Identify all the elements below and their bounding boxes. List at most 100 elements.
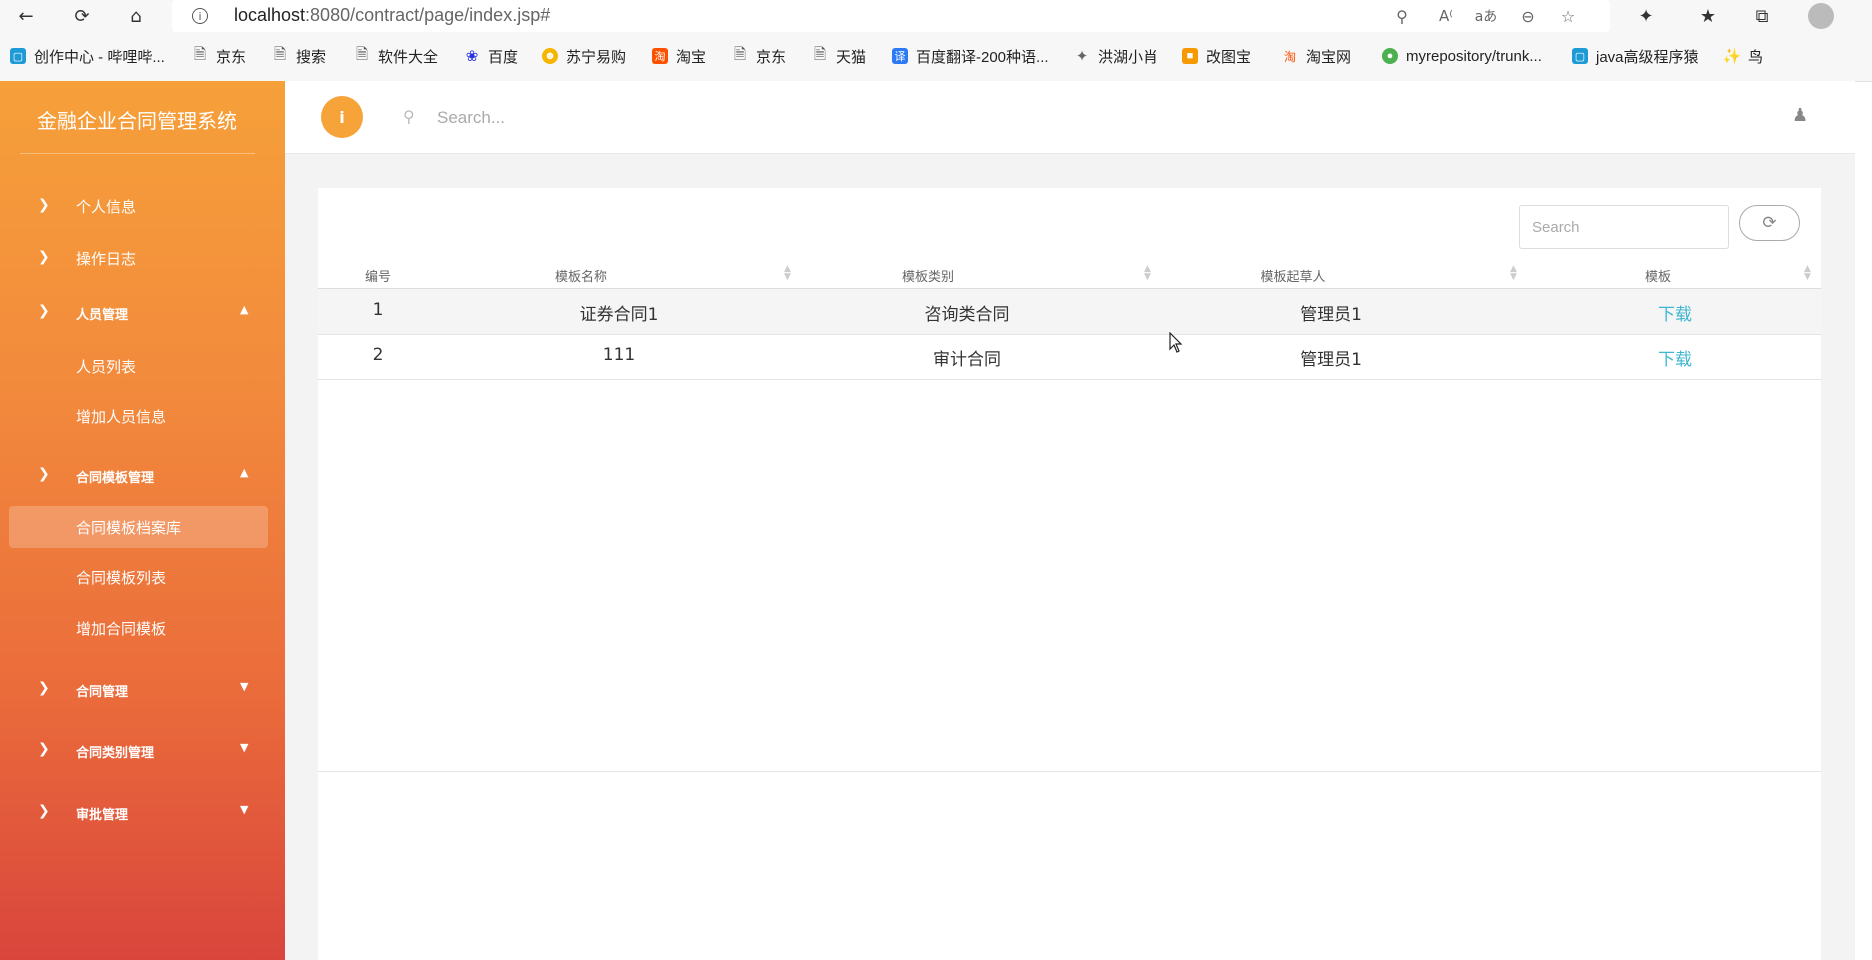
bookmark-item[interactable]: ▢ java高级程序猿 [1572, 45, 1699, 67]
bookmark-label: 京东 [216, 48, 247, 66]
top-bar: i ⚲ ♟ [285, 81, 1855, 154]
nav-operation-log[interactable]: ❯ 操作日志 [0, 239, 285, 279]
bookmark-label: 洪湖小肖 [1098, 48, 1159, 66]
bookmark-item[interactable]: 淘淘宝 [652, 45, 706, 67]
zoom-out-icon[interactable]: ⊖ [1516, 4, 1540, 28]
bookmark-item[interactable]: ■ 改图宝 [1182, 45, 1251, 67]
read-aloud-icon[interactable]: A⁽ [1434, 4, 1458, 28]
bookmark-item[interactable]: ❀ 百度 [464, 45, 518, 67]
bookmark-label: 创作中心 - 哔哩哔... [34, 48, 165, 66]
chevron-right-icon: ❯ [38, 803, 50, 819]
bookmark-item[interactable]: 🗎 京东 [732, 45, 786, 67]
profile-avatar-icon[interactable] [1808, 3, 1834, 29]
bookmark-label: 软件大全 [378, 48, 439, 66]
bookmark-item[interactable]: ✨ 鸟 [1722, 45, 1764, 67]
table-card: ⟳ 编号 模板名称 ▲▼ 模板类别 ▲▼ 模板起草人 ▲▼ 模板 ▲▼ 1 证券… [318, 188, 1821, 960]
nav-template-archive[interactable]: 合同模板档案库 [9, 506, 268, 548]
nav-label: 人员管理 [76, 308, 129, 323]
url-host: localhost [234, 5, 306, 25]
bookmark-item[interactable]: ✦ 洪湖小肖 [1074, 45, 1158, 67]
table-row: 1 证券合同1 咨询类合同 管理员1 下载 [318, 289, 1821, 335]
info-icon[interactable]: i [321, 96, 363, 138]
address-bar[interactable]: i localhost:8080/contract/page/index.jsp… [172, 0, 1610, 32]
bookmark-item[interactable]: 淘淘宝网 [1282, 45, 1351, 67]
page-icon: 🗎 [813, 45, 827, 63]
nav-personal-info[interactable]: ❯ 个人信息 [0, 187, 285, 227]
baidu-icon: ❀ [465, 48, 479, 65]
reload-icon[interactable]: ⟳ [68, 2, 96, 30]
sidebar: 金融企业合同管理系统 ❯ 个人信息 ❯ 操作日志 ❯ 人员管理 ▲ 人员列表 增… [0, 81, 285, 960]
bird-red-icon: ✨ [1722, 48, 1742, 65]
back-icon[interactable]: ← [12, 2, 40, 30]
mouse-cursor-icon [1169, 332, 1183, 353]
browser-toolbar: ← ⟳ ⌂ i localhost:8080/contract/page/ind… [0, 0, 1872, 32]
extensions-icon[interactable]: ✦ [1632, 3, 1660, 29]
bookmark-item[interactable]: 译百度翻译-200种语... [892, 45, 1049, 67]
column-header-template[interactable]: 模板 ▲ ▼ [1528, 262, 1821, 288]
favorites-icon[interactable]: ★ [1694, 3, 1722, 29]
gaitubao-icon: ■ [1182, 48, 1198, 64]
nav-add-template[interactable]: 增加合同模板 [0, 607, 285, 649]
download-link[interactable]: 下载 [1658, 300, 1692, 325]
table-row: 2 111 审计合同 管理员1 下载 [318, 334, 1821, 380]
bookmark-label: 搜索 [296, 48, 327, 66]
brand-title: 金融企业合同管理系统 [37, 109, 237, 133]
caret-up-icon: ▲ [240, 466, 249, 479]
url-text[interactable]: localhost:8080/contract/page/index.jsp# [234, 5, 550, 26]
translate-icon[interactable]: aあ [1474, 4, 1498, 28]
download-link[interactable]: 下载 [1658, 345, 1692, 370]
main-content: ⟳ 编号 模板名称 ▲▼ 模板类别 ▲▼ 模板起草人 ▲▼ 模板 ▲▼ 1 证券… [285, 154, 1855, 960]
nav-label: 个人信息 [76, 198, 137, 216]
cell-drafter: 管理员1 [1300, 305, 1362, 325]
nav-contract-type-mgmt[interactable]: ❯ 合同类别管理 ▼ [0, 731, 285, 771]
bookmark-label: 百度 [488, 48, 519, 66]
bookmark-item[interactable]: ● myrepository/trunk... [1382, 45, 1542, 67]
taobao-icon: 淘 [1283, 49, 1296, 64]
nav-label: 合同管理 [76, 685, 129, 700]
bookmark-label: java高级程序猿 [1596, 48, 1699, 66]
cell-category: 咨询类合同 [924, 305, 1010, 325]
column-header-name[interactable]: 模板名称 ▲ ▼ [458, 262, 798, 288]
nav-contract-mgmt[interactable]: ❯ 合同管理 ▼ [0, 670, 285, 710]
bookmark-label: 鸟 [1748, 48, 1764, 66]
column-header-category[interactable]: 模板类别 ▲ ▼ [798, 262, 1158, 288]
site-info-icon[interactable]: i [192, 8, 208, 24]
bookmark-label: 天猫 [836, 48, 867, 66]
bookmark-item[interactable]: 🗎 天猫 [812, 45, 866, 67]
bilibili-icon: ▢ [10, 48, 26, 64]
chevron-right-icon: ❯ [38, 249, 50, 265]
bookmark-item[interactable]: 🗎 软件大全 [354, 45, 438, 67]
nav-label: 合同类别管理 [76, 746, 155, 761]
header-label: 模板名称 [554, 270, 608, 285]
home-icon[interactable]: ⌂ [122, 2, 150, 30]
bookmark-label: 淘宝网 [1306, 48, 1352, 66]
search-icon: ⚲ [403, 107, 415, 126]
refresh-icon: ⟳ [1762, 213, 1777, 233]
user-icon[interactable]: ♟ [1792, 105, 1808, 126]
table-search-input[interactable] [1519, 205, 1729, 249]
bookmark-item[interactable]: ☻ 苏宁易购 [542, 45, 626, 67]
column-header-drafter[interactable]: 模板起草人 ▲ ▼ [1158, 262, 1528, 288]
nav-staff-mgmt[interactable]: ❯ 人员管理 ▲ [0, 293, 285, 333]
global-search-input[interactable] [435, 99, 1039, 137]
favorite-add-icon[interactable]: ☆ [1556, 4, 1580, 28]
nav-approval-mgmt[interactable]: ❯ 审批管理 ▼ [0, 793, 285, 833]
nav-template-mgmt[interactable]: ❯ 合同模板管理 ▲ [0, 456, 285, 496]
key-icon[interactable]: ⚲ [1390, 4, 1414, 28]
caret-down-icon: ▼ [240, 680, 249, 693]
cell-name: 证券合同1 [579, 305, 659, 325]
bookmark-label: 改图宝 [1206, 48, 1252, 66]
collections-icon[interactable]: ⧉ [1748, 3, 1776, 29]
nav-template-list[interactable]: 合同模板列表 [0, 556, 285, 598]
bookmark-item[interactable]: ▢ 创作中心 - 哔哩哔... [10, 45, 165, 67]
nav-staff-list[interactable]: 人员列表 [0, 345, 285, 387]
refresh-button[interactable]: ⟳ [1739, 205, 1800, 241]
bookmark-item[interactable]: 🗎 搜索 [272, 45, 326, 67]
bookmark-item[interactable]: 🗎 京东 [192, 45, 246, 67]
nav-label: 审批管理 [76, 808, 129, 823]
nav-label: 合同模板列表 [76, 569, 167, 587]
nav-add-staff[interactable]: 增加人员信息 [0, 395, 285, 437]
cell-id: 1 [372, 300, 384, 320]
page-icon: 🗎 [193, 45, 207, 63]
column-header-id[interactable]: 编号 [318, 262, 458, 288]
